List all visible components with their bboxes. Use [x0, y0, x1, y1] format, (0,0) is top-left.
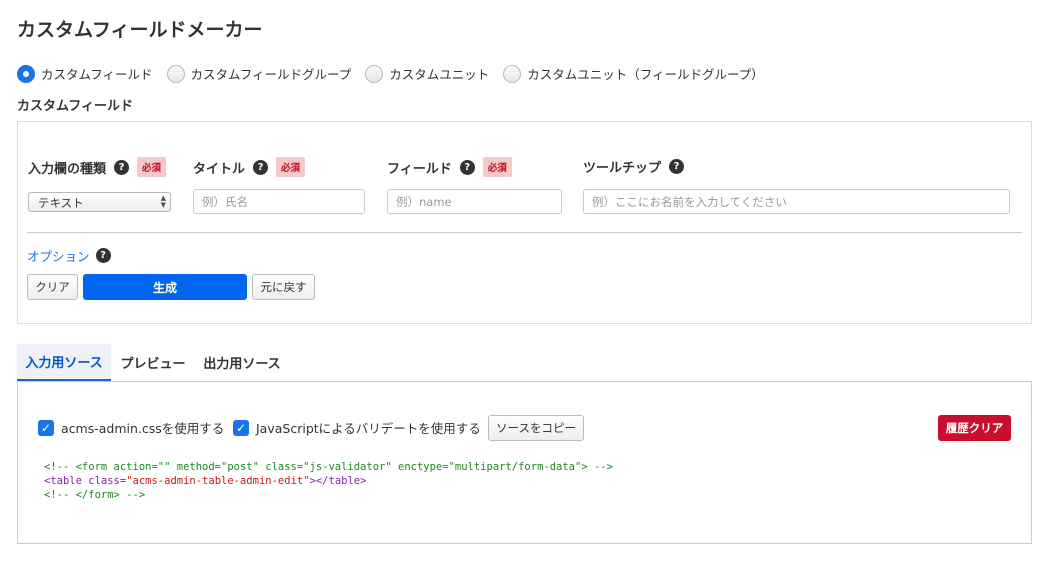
radio-custom-field-group[interactable]: カスタムフィールドグループ [166, 64, 352, 83]
code-line: <!-- </form> --> [44, 489, 146, 501]
input-type-label: 入力欄の種類 [28, 161, 107, 177]
help-icon[interactable]: ? [95, 248, 111, 263]
use-js-validation-checkbox[interactable]: ✓ JavaScriptによるバリデートを使用する [233, 418, 481, 437]
generate-button[interactable]: 生成 [83, 274, 247, 300]
code-line: <table class="acms-admin-table-admin-edi… [44, 474, 613, 488]
section-label: カスタムフィールド [17, 99, 133, 114]
field-label: フィールド [387, 161, 452, 177]
tooltip-input[interactable] [583, 189, 1010, 214]
tab-input-source[interactable]: 入力用ソース [17, 344, 111, 381]
copy-source-button[interactable]: ソースをコピー [488, 415, 584, 441]
help-icon[interactable]: ? [669, 159, 685, 174]
input-type-selected-value: テキスト [38, 196, 84, 210]
code-line: <!-- <form action="" method="post" class… [44, 461, 613, 473]
code-tag: ></table> [309, 475, 367, 487]
source-code-block[interactable]: <!-- <form action="" method="post" class… [44, 460, 613, 502]
title-input[interactable] [193, 189, 365, 214]
use-admin-css-checkbox[interactable]: ✓ acms-admin.cssを使用する [38, 418, 224, 437]
code-attr: class= [81, 475, 127, 487]
radio-unselected-icon [166, 64, 185, 83]
input-type-select[interactable]: テキスト ▲ ▼ [28, 192, 171, 212]
tooltip-label: ツールチップ [583, 161, 662, 176]
maker-type-radio-group: カスタムフィールド カスタムフィールドグループ カスタムユニット カスタムユニッ… [17, 64, 778, 83]
tab-preview[interactable]: プレビュー [111, 344, 195, 381]
options-link[interactable]: オプション ? [27, 246, 111, 265]
required-badge: 必須 [276, 157, 306, 177]
radio-custom-field[interactable]: カスタムフィールド [17, 64, 153, 83]
required-badge: 必須 [482, 157, 512, 177]
radio-unselected-icon [365, 64, 384, 83]
undo-button[interactable]: 元に戻す [252, 274, 315, 300]
checkbox-checked-icon: ✓ [233, 419, 249, 436]
required-badge: 必須 [137, 157, 167, 177]
help-icon[interactable]: ? [114, 159, 130, 175]
radio-label: カスタムフィールドグループ [190, 67, 352, 82]
code-value: "acms-admin-table-admin-edit" [126, 475, 310, 487]
radio-unselected-icon [503, 64, 522, 83]
radio-label: カスタムフィールド [41, 67, 153, 82]
tooltip-header: ツールチップ ? [583, 157, 685, 176]
checkbox-label: JavaScriptによるバリデートを使用する [256, 421, 481, 436]
tab-output-source[interactable]: 出力用ソース [195, 344, 289, 381]
clear-button[interactable]: クリア [27, 274, 78, 300]
radio-selected-icon [17, 64, 35, 83]
help-icon[interactable]: ? [253, 159, 269, 175]
page-title: カスタムフィールドメーカー [17, 19, 263, 41]
checkbox-label: acms-admin.cssを使用する [61, 421, 225, 436]
select-arrows-icon: ▲ ▼ [160, 194, 166, 209]
radio-custom-unit-field-group[interactable]: カスタムユニット（フィールドグループ） [503, 64, 764, 83]
radio-label: カスタムユニット（フィールドグループ） [527, 67, 764, 82]
title-header: タイトル ? 必須 [193, 157, 306, 177]
title-label: タイトル [193, 161, 246, 177]
help-icon[interactable]: ? [459, 159, 475, 175]
radio-label: カスタムユニット [389, 67, 490, 82]
input-type-header: 入力欄の種類 ? 必須 [28, 157, 167, 177]
checkbox-checked-icon: ✓ [38, 419, 54, 436]
radio-custom-unit[interactable]: カスタムユニット [365, 64, 489, 83]
clear-history-button[interactable]: 履歴クリア [938, 415, 1011, 441]
code-tag: <table [44, 475, 82, 487]
field-input[interactable] [387, 189, 562, 214]
field-header: フィールド ? 必須 [387, 157, 512, 177]
options-label: オプション [27, 249, 90, 264]
divider [27, 232, 1022, 233]
